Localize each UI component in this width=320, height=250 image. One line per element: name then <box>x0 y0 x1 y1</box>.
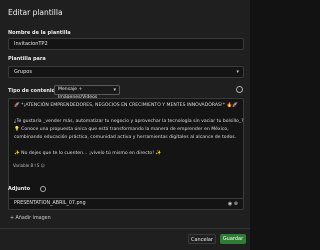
message-line: ✨ No dejes que te lo cuenten… ¡vívelo tú… <box>14 151 162 156</box>
add-image-button[interactable]: + Añadir imagen <box>10 216 51 221</box>
template-for-value: Grupos <box>14 69 32 75</box>
template-name-value: InvitacionTP2 <box>14 41 48 47</box>
cancel-button[interactable]: Cancelar <box>188 234 216 244</box>
chevron-down-icon: ▾ <box>113 87 116 93</box>
content-type-label: Tipo de contenido <box>8 88 59 94</box>
close-icon[interactable]: ⊗ <box>234 201 238 207</box>
template-for-select[interactable]: Grupos ▾ <box>8 66 244 78</box>
edit-template-modal: Editar plantilla Nombre de la plantilla … <box>0 0 250 250</box>
attachment-file-name: PRESENTATION_ABRIL_07.png <box>14 201 86 206</box>
template-name-label: Nombre de la plantilla <box>8 30 71 36</box>
footer-divider <box>0 228 250 229</box>
attachment-file-field[interactable]: PRESENTATION_ABRIL_07.png ◉ ⊗ <box>8 198 244 210</box>
message-line: ¿Te gustaría _vender más, automatizar tu… <box>14 119 244 124</box>
save-button[interactable]: Guardar <box>220 234 246 244</box>
modal-title: Editar plantilla <box>8 8 63 17</box>
message-line: combinando educación práctica, comunidad… <box>14 135 237 140</box>
message-line: 🚀 *¡ATENCIÓN EMPRENDEDORES, NEGOCIOS EN … <box>14 103 238 108</box>
message-line: 💡 Conoce una propuesta única que está tr… <box>14 127 229 132</box>
format-toolbar[interactable]: Variable B I S ☺ <box>13 163 45 168</box>
attachment-actions: ◉ ⊗ <box>228 199 238 209</box>
template-name-input[interactable]: InvitacionTP2 <box>8 38 244 50</box>
chevron-down-icon: ▾ <box>236 69 239 75</box>
eye-icon[interactable]: ◉ <box>228 201 232 207</box>
content-type-select[interactable]: Mensaje + Imágenes/Videos ▾ <box>54 85 120 100</box>
help-icon[interactable] <box>236 86 243 93</box>
template-for-label: Plantilla para <box>8 56 46 62</box>
help-icon[interactable] <box>40 186 46 192</box>
attachment-label: Adjunto <box>8 186 31 192</box>
